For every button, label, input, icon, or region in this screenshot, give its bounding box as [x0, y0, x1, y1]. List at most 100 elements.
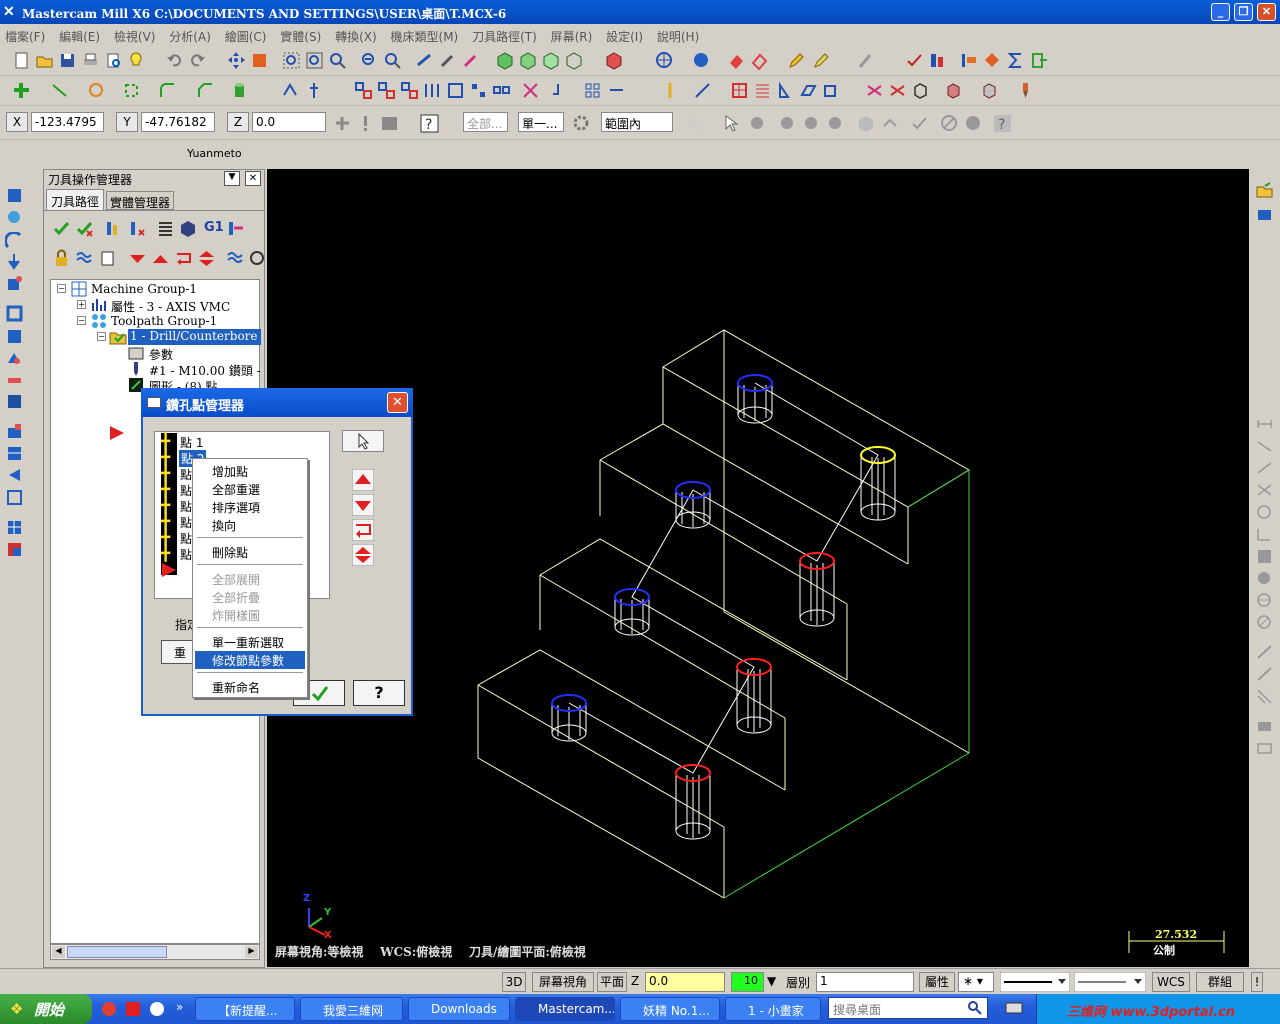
xform-array-icon[interactable] [469, 81, 488, 100]
status-line-width-select[interactable] [1074, 972, 1146, 992]
fast-point-icon[interactable] [333, 114, 352, 133]
task-mastercam[interactable]: Mastercam... [515, 997, 615, 1021]
status-exclaim-icon[interactable]: ! [1251, 972, 1263, 992]
tree-toggle[interactable]: − [77, 316, 86, 325]
lock-icon[interactable] [52, 249, 71, 268]
arc-tool-icon[interactable] [5, 232, 24, 251]
menu-item-expand-all[interactable]: 全部展開 [195, 570, 305, 588]
dim-vertical-icon[interactable] [1255, 437, 1274, 456]
y-coord-label[interactable]: Y [116, 112, 138, 132]
screen-icon[interactable] [380, 114, 399, 133]
screen-tool-icon[interactable] [5, 488, 24, 507]
toggle-display-icon[interactable] [75, 249, 94, 268]
graphics-viewport[interactable]: Z Y X 屏幕視角:等檢視 WCS:俯檢視 刀具/繪圖平面:俯檢視 27.53… [267, 169, 1249, 967]
menu-item-add-point[interactable]: 增加點 [195, 462, 305, 480]
sphere-icon[interactable] [692, 51, 711, 70]
break-icon[interactable] [305, 81, 324, 100]
chain-icon[interactable] [415, 51, 434, 70]
toggle-post-icon[interactable] [98, 249, 117, 268]
shade-icon[interactable] [250, 51, 269, 70]
x-coord-input[interactable]: -123.4795 [31, 112, 104, 132]
tab-solids[interactable]: 實體管理器 [106, 191, 174, 210]
zoom-window-icon[interactable] [282, 51, 301, 70]
dim-witness-icon[interactable] [1255, 665, 1274, 684]
desktop-search-input[interactable]: 搜尋桌面 [828, 997, 988, 1019]
select-all-ops-icon[interactable] [52, 219, 71, 238]
status-level-select[interactable]: 1 [816, 972, 914, 992]
task-forum[interactable]: 我愛三維网 [300, 997, 403, 1021]
status-color-dropdown-icon[interactable]: ▼ [767, 974, 776, 988]
toolpath-icon[interactable] [5, 208, 24, 227]
close-button[interactable]: ✕ [1257, 3, 1276, 21]
line-icon[interactable] [50, 81, 69, 100]
arrow-select-icon[interactable] [722, 114, 741, 133]
high-speed-icon[interactable] [226, 219, 245, 238]
dim-leader-icon[interactable] [1255, 643, 1274, 662]
status-wcs[interactable]: WCS [1152, 972, 1190, 992]
cube-blue-icon[interactable] [5, 392, 24, 411]
x-coord-label[interactable]: X [6, 112, 28, 132]
pan-icon[interactable] [227, 51, 246, 70]
drill-tool-icon[interactable] [5, 422, 24, 441]
blend-icon[interactable] [865, 81, 884, 100]
drill-bit-icon[interactable] [1016, 81, 1035, 100]
point-plus-icon[interactable] [12, 81, 31, 100]
cylinder-icon[interactable] [230, 81, 249, 100]
menu-item-rename[interactable]: 重新命名 [195, 678, 305, 696]
tree-toggle[interactable]: + [77, 300, 86, 309]
cube-front-icon[interactable] [519, 51, 538, 70]
xform-scale-icon[interactable] [446, 81, 465, 100]
tree-drill-operation[interactable]: 1 - Drill/Counterbore - [WC [128, 329, 261, 345]
save-icon[interactable] [58, 51, 77, 70]
table-icon[interactable] [753, 81, 772, 100]
task-downloads[interactable]: Downloads [408, 997, 510, 1021]
dim-angular-icon[interactable] [1255, 525, 1274, 544]
xform-stretch-icon[interactable] [492, 81, 511, 100]
dim-label-icon[interactable] [1255, 717, 1274, 736]
verify-icon[interactable] [461, 51, 480, 70]
list-item[interactable]: 點 1 [180, 434, 203, 451]
status-groups[interactable]: 群組 [1196, 972, 1244, 992]
dim-hatch-icon[interactable] [1255, 687, 1274, 706]
chain-select-icon[interactable] [748, 114, 767, 133]
panel-close-button[interactable]: ✕ [245, 171, 261, 186]
xform-rotate-icon[interactable] [377, 81, 396, 100]
y-coord-input[interactable]: -47.76182 [141, 112, 215, 132]
menu-item-collapse-all[interactable]: 全部折疊 [195, 588, 305, 606]
dim-horizontal-icon[interactable] [1255, 415, 1274, 434]
task-browser[interactable]: 【新提醒... [195, 997, 295, 1021]
dim-ordinate-icon[interactable] [1255, 547, 1274, 566]
open-folder-green-icon[interactable] [1255, 181, 1274, 200]
view-tile-icon[interactable] [5, 518, 24, 537]
tree-toolpath-group[interactable]: Toolpath Group-1 [111, 314, 217, 328]
scroll-left-arrow-icon[interactable]: ◀ [52, 946, 65, 958]
help-circle-icon[interactable] [248, 249, 267, 268]
verify-ops-icon[interactable] [179, 219, 198, 238]
minimize-button[interactable]: _ [1211, 3, 1230, 21]
tree-toggle[interactable]: − [97, 332, 106, 341]
tree-machine-group[interactable]: Machine Group-1 [91, 282, 197, 296]
fit-icon[interactable] [305, 51, 324, 70]
wrench-icon[interactable] [438, 51, 457, 70]
menu-item-reverse[interactable]: 換向 [195, 516, 305, 534]
pencil-icon[interactable] [787, 51, 806, 70]
help-button[interactable]: ? [353, 680, 405, 706]
select-dirty-ops-icon[interactable] [75, 219, 94, 238]
status-line-style-select[interactable] [1000, 972, 1070, 992]
pocket-icon[interactable] [5, 327, 24, 346]
z-coord-input[interactable]: 0.0 [252, 112, 326, 132]
trim-icon[interactable] [281, 81, 300, 100]
search-icon[interactable] [967, 1000, 983, 1016]
regen-ops-icon[interactable] [104, 219, 123, 238]
check-red-icon[interactable] [905, 51, 924, 70]
move-up-button[interactable] [352, 469, 374, 491]
menu-item-single-reselect[interactable]: 單一重新選取 [195, 633, 305, 651]
arrow-left-icon[interactable] [5, 466, 24, 485]
print-preview-icon[interactable] [104, 51, 123, 70]
reorder-button[interactable] [352, 544, 374, 566]
unzoom-icon[interactable] [383, 51, 402, 70]
menu-item-delete-point[interactable]: 刪除點 [195, 543, 305, 561]
color-fill-icon[interactable] [5, 540, 24, 559]
lamp-icon[interactable] [661, 81, 680, 100]
fillet-icon[interactable] [158, 81, 177, 100]
